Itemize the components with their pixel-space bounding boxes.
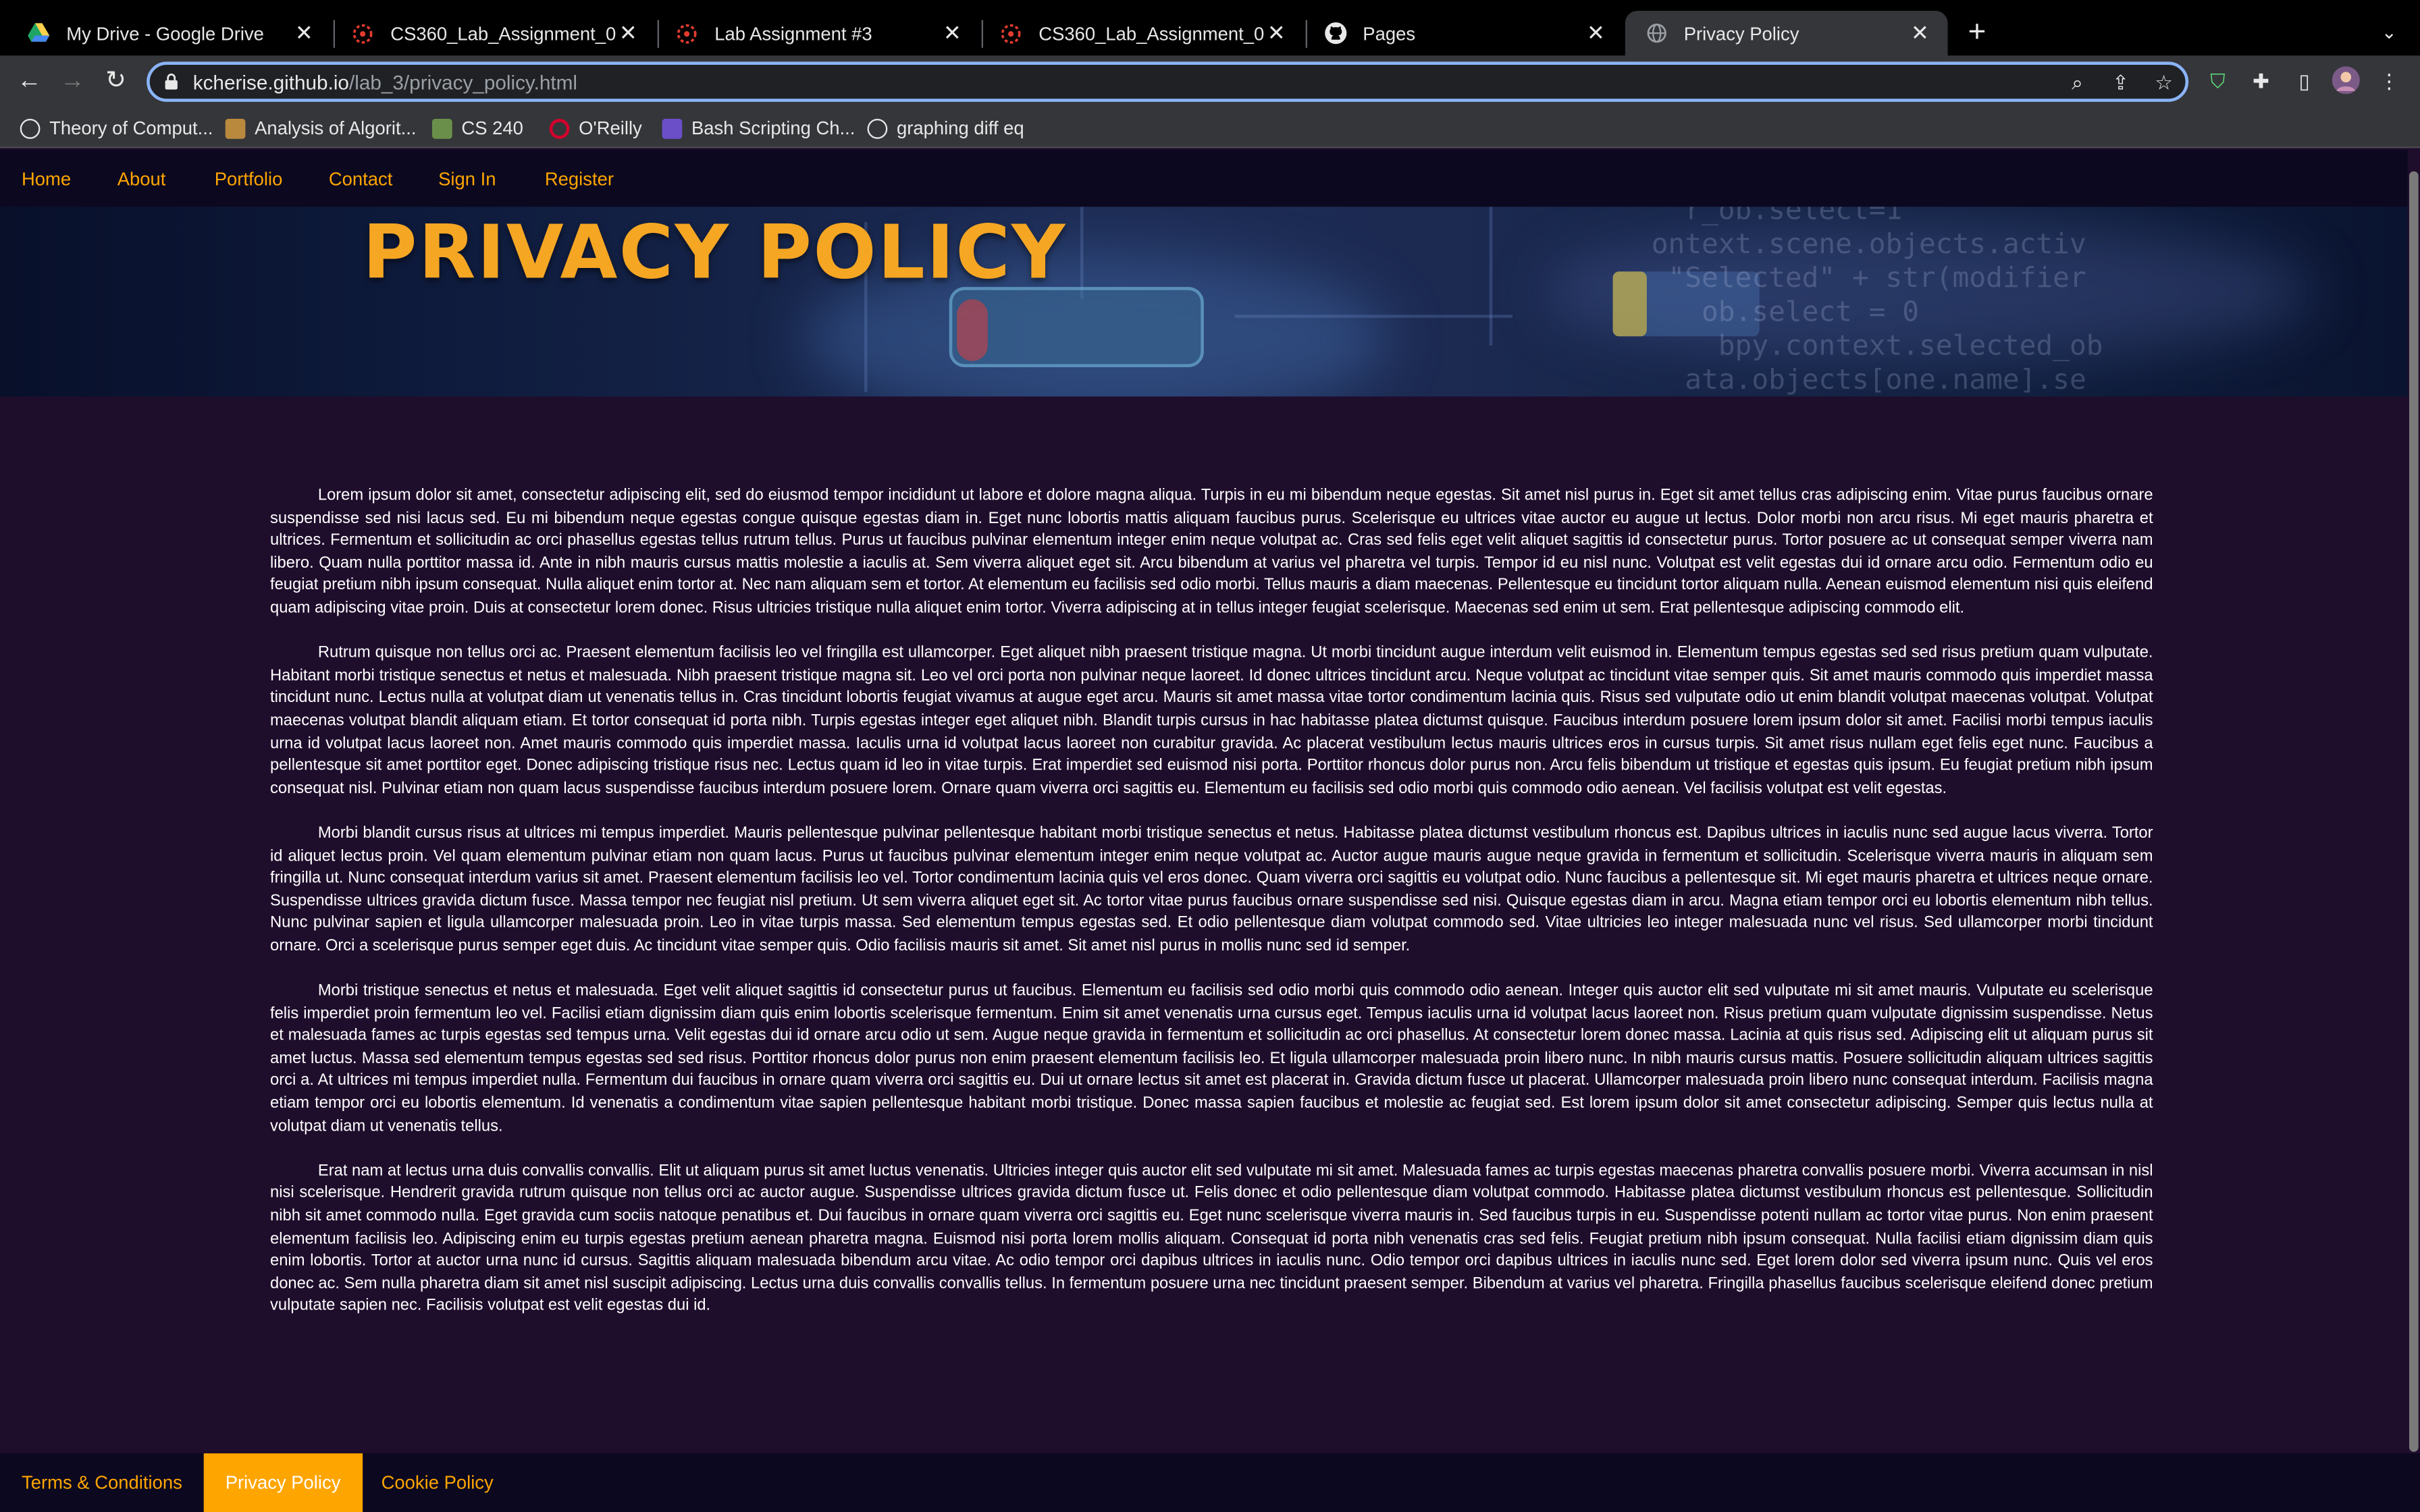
hero-code-graphic: r_ob.select=1 ontext.scene.objects.activ… (1651, 207, 2103, 397)
nav-portfolio-link[interactable]: Portfolio (215, 168, 283, 190)
extensions-puzzle-icon[interactable]: ✚ (2246, 66, 2277, 97)
policy-content: Lorem ipsum dolor sit amet, consectetur … (270, 486, 2153, 1342)
bookmark-star-icon[interactable]: ☆ (2150, 70, 2178, 97)
book-icon (431, 117, 452, 138)
circuit-line (1489, 207, 1493, 346)
globe-icon (20, 117, 41, 138)
bookmark-theory-of-computation[interactable]: Theory of Comput... (20, 114, 213, 142)
close-icon[interactable]: ✕ (940, 20, 965, 46)
canvas-icon (999, 21, 1024, 46)
side-panel-icon[interactable]: ▯ (2289, 66, 2320, 97)
share-icon[interactable]: ⇪ (2107, 70, 2134, 97)
scrollbar-thumb[interactable] (2409, 171, 2419, 1452)
bookmark-oreilly[interactable]: O'Reilly (549, 114, 642, 142)
close-icon[interactable]: ✕ (1583, 20, 1608, 46)
circuit-line (1234, 315, 1512, 318)
bookmark-label: graphing diff eq (896, 117, 1024, 139)
site-navbar: Home About Portfolio Contact Sign In Reg… (0, 149, 2408, 209)
hero-graphic (1612, 271, 1647, 337)
globe-icon (867, 117, 888, 138)
lock-icon[interactable] (162, 72, 180, 90)
shield-extension-icon[interactable]: ⛉ (2203, 66, 2234, 97)
tab-pages[interactable]: Pages ✕ (1304, 11, 1623, 55)
back-arrow-icon[interactable]: ← (12, 65, 46, 99)
nav-about-link[interactable]: About (117, 168, 166, 190)
tab-label: Lab Assignment #3 (714, 22, 872, 45)
policy-paragraph: Lorem ipsum dolor sit amet, consectetur … (269, 487, 2153, 618)
circuit-line (1080, 207, 1084, 300)
bookmarks-bar: Theory of Comput... Analysis of Algorit.… (0, 107, 2420, 148)
bookmark-label: Analysis of Algorit... (255, 117, 417, 139)
reload-icon[interactable]: ↻ (99, 65, 132, 99)
book-icon (225, 117, 246, 138)
canvas-icon (350, 21, 375, 46)
profile-avatar[interactable] (2330, 66, 2361, 97)
tab-label: My Drive - Google Drive (66, 22, 264, 45)
github-icon (1323, 21, 1348, 46)
bookmark-label: CS 240 (461, 117, 523, 139)
tab-cs360-2[interactable]: CS360_Lab_Assignment_03-1 ✕ (980, 11, 1304, 55)
new-tab-button[interactable]: + (1960, 17, 1994, 51)
hero-banner: r_ob.select=1 ontext.scene.objects.activ… (0, 207, 2408, 397)
nav-sign-in-link[interactable]: Sign In (438, 168, 496, 190)
tab-google-drive[interactable]: My Drive - Google Drive ✕ (7, 11, 332, 55)
globe-icon (1643, 21, 1668, 46)
tab-label: Privacy Policy (1683, 22, 1799, 45)
browser-toolbar: ← → ↻ kcherise.github.io/lab_3/privacy_p… (0, 55, 2420, 108)
close-icon[interactable]: ✕ (616, 20, 641, 46)
site-footer: Terms & Conditions Privacy Policy Cookie… (0, 1453, 2420, 1512)
nav-home-link[interactable]: Home (22, 168, 71, 190)
url-text[interactable]: kcherise.github.io/lab_3/privacy_policy.… (193, 71, 577, 94)
canvas-icon (675, 21, 700, 46)
tab-search-icon[interactable]: ⌄ (2373, 17, 2404, 48)
url-host: kcherise.github.io (192, 71, 349, 94)
web-page: Home About Portfolio Contact Sign In Reg… (0, 149, 2420, 1512)
forward-arrow-icon[interactable]: → (55, 65, 89, 99)
bookmark-graphing-diff-eq[interactable]: graphing diff eq (867, 114, 1024, 142)
close-icon[interactable]: ✕ (292, 20, 317, 46)
footer-privacy-link[interactable]: Privacy Policy (203, 1453, 363, 1512)
policy-paragraph: Rutrum quisque non tellus orci ac. Praes… (269, 645, 2153, 798)
oreilly-icon (549, 117, 570, 138)
bookmark-label: O'Reilly (579, 117, 642, 139)
bookmark-analysis-of-algorithms[interactable]: Analysis of Algorit... (225, 114, 417, 142)
page-title: PRIVACY POLICY (363, 209, 1067, 296)
footer-terms-link[interactable]: Terms & Conditions (0, 1453, 204, 1512)
nav-contact-link[interactable]: Contact (329, 168, 393, 190)
bookmark-bash-scripting[interactable]: Bash Scripting Ch... (662, 114, 856, 142)
address-bar[interactable]: kcherise.github.io/lab_3/privacy_policy.… (147, 61, 2189, 102)
tab-label: CS360_Lab_Assignment_03-1 (1038, 22, 1264, 45)
footer-cookie-link[interactable]: Cookie Policy (360, 1453, 515, 1512)
policy-paragraph: Morbi blandit cursus risus at ultrices m… (269, 825, 2153, 955)
close-icon[interactable]: ✕ (1264, 20, 1289, 46)
close-icon[interactable]: ✕ (1908, 20, 1932, 46)
policy-paragraph: Morbi tristique senectus et netus et mal… (269, 983, 2153, 1135)
google-drive-icon (26, 21, 51, 46)
hero-graphic (957, 299, 988, 361)
tab-label: Pages (1363, 22, 1416, 45)
nav-register-link[interactable]: Register (545, 168, 614, 190)
page-scrollbar[interactable] (2407, 149, 2420, 1454)
url-path: /lab_3/privacy_policy.html (348, 71, 577, 94)
policy-paragraph: Erat nam at lectus urna duis convallis c… (269, 1162, 2153, 1316)
tab-label: CS360_Lab_Assignment_03-1 (390, 22, 616, 45)
bookmark-label: Theory of Comput... (49, 117, 213, 139)
more-menu-icon[interactable]: ⋮ (2373, 66, 2404, 97)
bookmark-icon (662, 117, 683, 138)
tab-cs360-1[interactable]: CS360_Lab_Assignment_03-1 ✕ (332, 11, 656, 55)
tab-lab-assignment[interactable]: Lab Assignment #3 ✕ (656, 11, 980, 55)
zoom-search-icon[interactable]: ⌕ (2063, 70, 2091, 97)
bookmark-cs-240[interactable]: CS 240 (431, 114, 523, 142)
bookmark-label: Bash Scripting Ch... (691, 117, 856, 139)
